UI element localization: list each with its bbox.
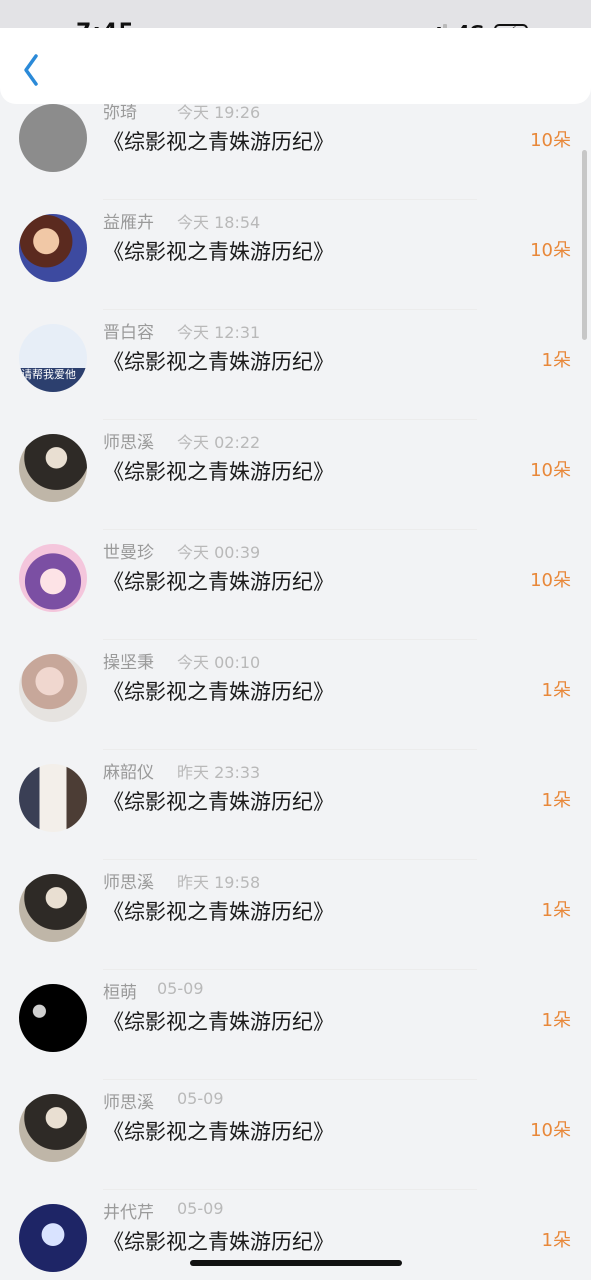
sender-name: 操坚秉 [103,653,154,673]
gift-amount: 10朵 [530,460,571,481]
book-title: 《综影视之青姝游历纪》 [103,1010,334,1034]
book-title: 《综影视之青姝游历纪》 [103,790,334,814]
list-item[interactable]: 桓萌 05-09 《综影视之青姝游历纪》 1朵 [0,970,591,1080]
avatar [19,1094,87,1162]
sender-name: 师思溪 [103,873,154,893]
timestamp: 05-09 [157,979,204,998]
book-title: 《综影视之青姝游历纪》 [103,680,334,704]
list-item[interactable]: 麻韶仪 昨天 23:33 《综影视之青姝游历纪》 1朵 [0,750,591,860]
avatar [19,984,87,1052]
book-title: 《综影视之青姝游历纪》 [103,900,334,924]
sender-name: 井代芹 [103,1203,154,1223]
timestamp: 今天 00:39 [177,543,261,562]
list-item[interactable]: 世曼珍 今天 00:39 《综影视之青姝游历纪》 10朵 [0,530,591,640]
gift-amount: 1朵 [541,350,571,371]
sender-name: 世曼珍 [103,543,154,563]
sender-name: 益雁卉 [103,213,154,233]
avatar [19,1204,87,1272]
avatar [19,214,87,282]
sender-name: 晋白容 [103,323,154,343]
list-item[interactable]: 请帮我爱他 晋白容 今天 12:31 《综影视之青姝游历纪》 1朵 [0,310,591,420]
list-item[interactable]: 弥琦 今天 19:26 《综影视之青姝游历纪》 10朵 [0,104,591,200]
avatar [19,654,87,722]
book-title: 《综影视之青姝游历纪》 [103,460,334,484]
list-item[interactable]: 师思溪 今天 02:22 《综影视之青姝游历纪》 10朵 [0,420,591,530]
sender-name: 麻韶仪 [103,763,154,783]
gift-amount: 1朵 [541,790,571,811]
gift-amount: 1朵 [541,680,571,701]
list-item[interactable]: 师思溪 昨天 19:58 《综影视之青姝游历纪》 1朵 [0,860,591,970]
timestamp: 05-09 [177,1089,224,1108]
gift-amount: 1朵 [541,900,571,921]
list-item[interactable]: 井代芹 05-09 《综影视之青姝游历纪》 1朵 [0,1190,591,1280]
sender-name: 弥琦 [103,104,137,123]
book-title: 《综影视之青姝游历纪》 [103,1230,334,1254]
book-title: 《综影视之青姝游历纪》 [103,1120,334,1144]
chevron-left-icon[interactable] [20,52,42,88]
avatar [19,874,87,942]
list-item[interactable]: 益雁卉 今天 18:54 《综影视之青姝游历纪》 10朵 [0,200,591,310]
book-title: 《综影视之青姝游历纪》 [103,350,334,374]
book-title: 《综影视之青姝游历纪》 [103,240,334,264]
book-title: 《综影视之青姝游历纪》 [103,130,334,154]
gift-amount: 10朵 [530,130,571,151]
avatar [19,104,87,172]
avatar: 请帮我爱他 [19,324,87,392]
list-item[interactable]: 师思溪 05-09 《综影视之青姝游历纪》 10朵 [0,1080,591,1190]
timestamp: 昨天 19:58 [177,873,261,892]
timestamp: 今天 18:54 [177,213,261,232]
timestamp: 今天 12:31 [177,323,261,342]
timestamp: 今天 00:10 [177,653,261,672]
home-indicator[interactable] [190,1260,402,1266]
timestamp: 05-09 [177,1199,224,1218]
scrollbar[interactable] [582,150,587,340]
sender-name: 桓萌 [103,983,137,1003]
gift-amount: 10朵 [530,570,571,591]
timestamp: 今天 19:26 [177,104,261,122]
sender-name: 师思溪 [103,1093,154,1113]
gift-record-list: 弥琦 今天 19:26 《综影视之青姝游历纪》 10朵 益雁卉 今天 18:54… [0,104,591,1280]
avatar [19,434,87,502]
book-title: 《综影视之青姝游历纪》 [103,570,334,594]
gift-amount: 1朵 [541,1010,571,1031]
gift-amount: 1朵 [541,1230,571,1251]
avatar [19,764,87,832]
gift-amount: 10朵 [530,240,571,261]
timestamp: 今天 02:22 [177,433,261,452]
list-item[interactable]: 操坚秉 今天 00:10 《综影视之青姝游历纪》 1朵 [0,640,591,750]
nav-header [0,28,591,104]
timestamp: 昨天 23:33 [177,763,261,782]
sender-name: 师思溪 [103,433,154,453]
avatar-caption: 请帮我爱他 [21,368,76,381]
gift-amount: 10朵 [530,1120,571,1141]
avatar [19,544,87,612]
